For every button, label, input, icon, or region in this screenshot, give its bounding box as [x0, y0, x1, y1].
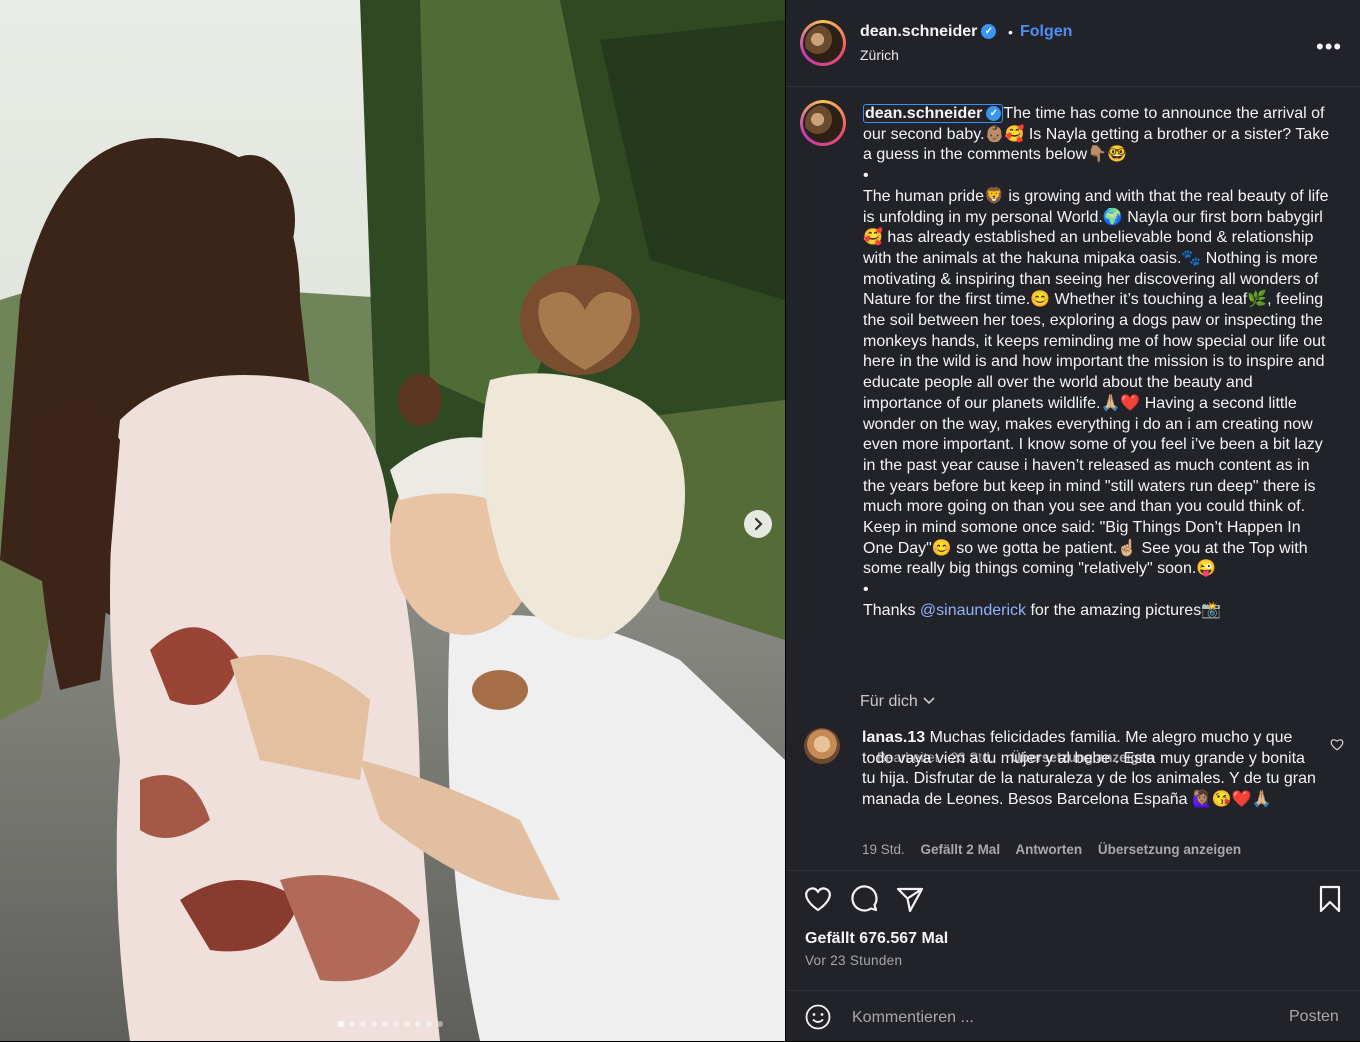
heart-icon[interactable] — [802, 883, 834, 915]
caption-username[interactable]: dean.schneider ✓ — [863, 104, 1004, 123]
header-separator: • — [1008, 24, 1013, 40]
mention-link[interactable]: @sinaunderick — [920, 602, 1026, 619]
comment-body: Muchas felicidades familia. Me alegro mu… — [862, 729, 1316, 809]
carousel-dot — [338, 1021, 344, 1027]
share-icon[interactable] — [894, 883, 926, 915]
comment-icon[interactable] — [848, 883, 880, 915]
caption-body: The time has come to announce the arriva… — [863, 105, 1330, 619]
carousel-dot — [404, 1021, 410, 1027]
chevron-right-icon — [751, 517, 765, 531]
author-username[interactable]: dean.schneider ✓ — [860, 23, 997, 41]
more-icon[interactable]: ••• — [1316, 34, 1342, 60]
action-bar — [786, 870, 1360, 931]
chevron-down-icon — [922, 693, 936, 710]
post-detail-panel: dean.schneider ✓ • Folgen Zürich ••• dean… — [786, 0, 1360, 1041]
reply-button[interactable]: Antworten — [1015, 842, 1082, 857]
carousel-dot — [360, 1021, 366, 1027]
carousel-dot — [415, 1021, 421, 1027]
comment-input[interactable] — [850, 1005, 1254, 1031]
author-avatar[interactable] — [800, 20, 846, 66]
commenter-username[interactable]: lanas.13 — [862, 729, 925, 746]
comment-like-icon[interactable] — [1330, 738, 1344, 754]
bookmark-icon[interactable] — [1314, 883, 1346, 915]
comment-time: 19 Std. — [862, 842, 905, 857]
carousel-dot — [349, 1021, 355, 1027]
next-slide-button[interactable] — [744, 510, 772, 538]
post-photo[interactable] — [0, 0, 785, 1041]
like-count[interactable]: Gefällt 676.567 Mal — [805, 930, 948, 948]
comment-meta: 19 Std. Gefällt 2 Mal Antworten Übersetz… — [862, 842, 1253, 857]
caption-text: dean.schneider ✓ The time has come to anno… — [863, 104, 1333, 622]
caption-body-end: for the amazing pictures📸 — [1026, 601, 1222, 619]
emoji-icon[interactable] — [805, 1004, 831, 1035]
carousel-indicator — [338, 1021, 443, 1027]
post-header: dean.schneider ✓ • Folgen Zürich ••• — [786, 0, 1360, 87]
carousel-dot — [426, 1021, 432, 1027]
comment-text: lanas.13 Muchas felicidades familia. Me … — [862, 728, 1318, 811]
commenter-avatar[interactable] — [804, 728, 840, 764]
follow-button[interactable]: Folgen — [1020, 23, 1072, 41]
comment-composer: Posten — [786, 990, 1360, 1042]
post-location[interactable]: Zürich — [860, 47, 899, 63]
caption-avatar[interactable] — [800, 100, 846, 146]
carousel-dot — [371, 1021, 377, 1027]
comment-likes[interactable]: Gefällt 2 Mal — [921, 842, 1001, 857]
comment-translate-link[interactable]: Übersetzung anzeigen — [1098, 842, 1241, 857]
carousel-dot — [382, 1021, 388, 1027]
post-comment-button[interactable]: Posten — [1289, 1008, 1339, 1026]
verified-icon: ✓ — [986, 106, 1002, 122]
verified-icon: ✓ — [981, 24, 997, 40]
post-time: Vor 23 Stunden — [805, 953, 903, 968]
photo-illustration — [0, 0, 785, 1041]
carousel-dot — [437, 1021, 443, 1027]
carousel-dot — [393, 1021, 399, 1027]
comment-sort-dropdown[interactable]: Für dich — [860, 693, 936, 711]
